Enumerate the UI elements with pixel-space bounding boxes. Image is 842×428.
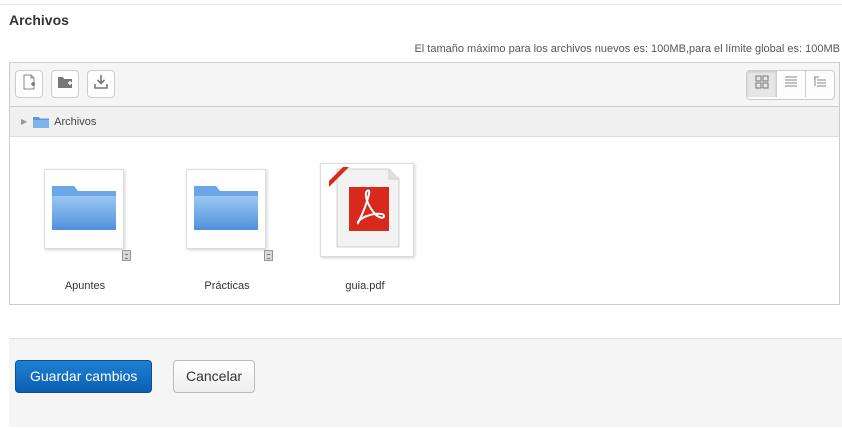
file-item-label: Apuntes <box>64 280 106 292</box>
download-icon <box>93 74 109 95</box>
file-item-guia-pdf[interactable]: guia.pdf <box>300 163 414 303</box>
tree-view-button[interactable] <box>805 71 834 97</box>
file-item-practicas[interactable]: Prácticas <box>162 163 273 303</box>
file-manager-page: Archivos El tamaño máximo para los archi… <box>0 0 842 428</box>
file-manager-toolbar <box>10 63 839 107</box>
file-manager: ▶ Archivos Apuntes Prácticas guia.pdf <box>9 62 840 305</box>
file-item-label: guia.pdf <box>345 280 385 292</box>
context-menu-icon[interactable] <box>264 250 273 261</box>
download-all-button[interactable] <box>87 70 115 98</box>
list-view-button[interactable] <box>776 71 805 97</box>
tree-view-icon <box>813 75 827 94</box>
save-changes-button[interactable]: Guardar cambios <box>15 360 153 393</box>
create-folder-icon <box>57 74 73 95</box>
context-menu-icon[interactable] <box>122 250 131 261</box>
add-file-icon <box>21 74 37 95</box>
expand-arrow-icon[interactable]: ▶ <box>21 117 27 126</box>
cancel-button[interactable]: Cancelar <box>173 360 256 393</box>
file-item-label: Prácticas <box>204 280 250 292</box>
view-mode-group <box>746 70 835 100</box>
pdf-thumbnail <box>320 163 414 257</box>
file-item-apuntes[interactable]: Apuntes <box>20 163 131 303</box>
folder-icon <box>192 182 260 237</box>
form-actions: Guardar cambios Cancelar <box>9 338 842 427</box>
list-view-icon <box>784 75 798 94</box>
breadcrumb: ▶ Archivos <box>10 107 839 137</box>
folder-thumbnail <box>44 169 124 249</box>
grid-view-button[interactable] <box>747 71 776 97</box>
grid-view-icon <box>755 75 769 94</box>
top-divider <box>0 4 842 5</box>
folder-thumbnail <box>186 169 266 249</box>
max-size-note: El tamaño máximo para los archivos nuevo… <box>414 43 840 55</box>
pdf-icon <box>327 166 407 254</box>
section-title: Archivos <box>9 12 69 28</box>
add-file-button[interactable] <box>15 70 43 98</box>
create-folder-button[interactable] <box>51 70 79 98</box>
folder-icon <box>50 182 118 237</box>
breadcrumb-label[interactable]: Archivos <box>54 116 96 128</box>
folder-icon <box>33 116 50 128</box>
